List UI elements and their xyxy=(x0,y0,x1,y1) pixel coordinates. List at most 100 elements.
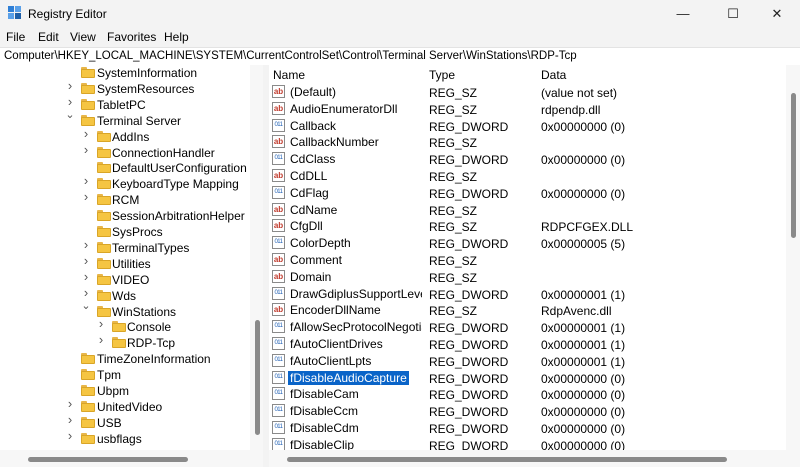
tree-horizontal-scroll-thumb[interactable] xyxy=(28,457,188,462)
tree-item[interactable]: › AddIns xyxy=(0,127,250,145)
value-row[interactable]: ab Comment REG_SZ xyxy=(269,252,786,269)
tree-item[interactable]: DefaultUserConfiguration xyxy=(0,160,250,176)
menu-edit[interactable]: Edit xyxy=(38,30,59,44)
value-row[interactable]: 011 ColorDepth REG_DWORD 0x00000005 (5) xyxy=(269,235,786,252)
tree-item[interactable]: SessionArbitrationHelper xyxy=(0,208,250,224)
close-button[interactable]: ✕ xyxy=(754,0,800,27)
tree-item[interactable]: › RDP-Tcp xyxy=(0,333,250,351)
value-row[interactable]: ab CdDLL REG_SZ xyxy=(269,168,786,185)
tree-item[interactable]: SysProcs xyxy=(0,224,250,240)
value-row[interactable]: ab AudioEnumeratorDll REG_SZ rdpendp.dll xyxy=(269,101,786,118)
column-header-type[interactable]: Type xyxy=(429,68,455,82)
chevron-right-icon[interactable]: › xyxy=(81,254,91,267)
value-row[interactable]: 011 CdClass REG_DWORD 0x00000000 (0) xyxy=(269,151,786,168)
menu-help[interactable]: Help xyxy=(164,30,189,44)
value-row[interactable]: 011 Callback REG_DWORD 0x00000000 (0) xyxy=(269,118,786,135)
values-horizontal-scroll-thumb[interactable] xyxy=(287,457,727,462)
value-row[interactable]: 011 fAllowSecProtocolNegotia REG_DWORD 0x00… xyxy=(269,319,786,336)
tree-vertical-scrollbar[interactable] xyxy=(250,65,263,450)
chevron-right-icon[interactable]: › xyxy=(65,79,75,92)
chevron-right-icon[interactable]: › xyxy=(96,317,106,330)
tree-item[interactable]: ⌄ Terminal Server xyxy=(0,109,250,129)
values-list[interactable]: Name Type Data ab (Default) REG_SZ (value n… xyxy=(269,65,786,450)
values-vertical-scroll-thumb[interactable] xyxy=(791,93,796,238)
chevron-right-icon[interactable]: › xyxy=(65,397,75,410)
value-row[interactable]: ab (Default) REG_SZ (value not set) xyxy=(269,84,786,101)
value-row[interactable]: ab CfgDll REG_SZ RDPCFGEX.DLL xyxy=(269,218,786,235)
tree-item[interactable]: ⌄ WinStations xyxy=(0,300,250,320)
tree-vertical-scroll-thumb[interactable] xyxy=(255,320,260,435)
value-row[interactable]: ab EncoderDllName REG_SZ RdpAvenc.dll xyxy=(269,302,786,319)
tree-item[interactable]: › VIDEO xyxy=(0,270,250,288)
tree-item[interactable]: › ConnectionHandler xyxy=(0,143,250,161)
chevron-right-icon[interactable]: › xyxy=(81,143,91,156)
tree-item[interactable]: › TerminalTypes xyxy=(0,238,250,256)
tree-item-label: usbflags xyxy=(97,431,142,446)
address-path[interactable]: Computer\HKEY_LOCAL_MACHINE\SYSTEM\Curre… xyxy=(4,50,577,62)
value-data: 0x00000001 (1) xyxy=(541,338,626,352)
binary-value-icon: 011 xyxy=(272,185,285,199)
value-data: 0x00000000 (0) xyxy=(541,119,626,134)
folder-icon xyxy=(97,273,111,285)
value-row[interactable]: ab Domain REG_SZ xyxy=(269,269,786,286)
column-header-data[interactable]: Data xyxy=(541,68,566,82)
value-row[interactable]: 011 fAutoClientDrives REG_DWORD 0x00000001 … xyxy=(269,336,786,353)
tree-item[interactable]: › Wds xyxy=(0,286,250,304)
tree-item[interactable]: › TabletPC xyxy=(0,95,250,113)
value-row[interactable]: 011 fDisableAudioCapture REG_DWORD 0x000000… xyxy=(269,370,786,387)
value-type: REG_SZ xyxy=(429,304,478,319)
chevron-right-icon[interactable]: › xyxy=(81,238,91,251)
tree-item[interactable]: › RCM xyxy=(0,190,250,208)
chevron-right-icon[interactable]: › xyxy=(81,127,91,140)
tree-item-label: SystemResources xyxy=(97,81,195,96)
value-row[interactable]: 011 fDisableCam REG_DWORD 0x00000000 (0) xyxy=(269,386,786,403)
chevron-right-icon[interactable]: › xyxy=(65,429,75,442)
value-row[interactable]: 011 fDisableCcm REG_DWORD 0x00000000 (0) xyxy=(269,403,786,420)
tree-item[interactable]: SystemInformation xyxy=(0,65,250,81)
value-row[interactable]: 011 fDisableCdm REG_DWORD 0x00000000 (0) xyxy=(269,420,786,437)
tree-item[interactable]: › Console xyxy=(0,317,250,335)
tree-item[interactable]: › Utilities xyxy=(0,254,250,272)
chevron-down-icon[interactable]: ⌄ xyxy=(65,109,75,121)
chevron-right-icon[interactable]: › xyxy=(81,270,91,283)
folder-icon xyxy=(81,369,95,381)
tree-item[interactable]: Tpm xyxy=(0,367,250,383)
chevron-right-icon[interactable]: › xyxy=(81,174,91,187)
key-tree[interactable]: SystemInformation › SystemResources › Tablet… xyxy=(0,65,263,450)
tree-item[interactable]: › UnitedVideo xyxy=(0,397,250,415)
value-row[interactable]: ab CdName REG_SZ xyxy=(269,202,786,219)
menu-file[interactable]: File xyxy=(6,30,25,44)
chevron-right-icon[interactable]: › xyxy=(65,413,75,426)
folder-icon xyxy=(97,210,111,222)
value-row[interactable]: ab CallbackNumber REG_SZ xyxy=(269,134,786,151)
minimize-button[interactable]: — xyxy=(660,0,706,27)
chevron-right-icon[interactable]: › xyxy=(96,333,106,346)
values-horizontal-scrollbar[interactable] xyxy=(269,450,800,467)
chevron-right-icon[interactable]: › xyxy=(81,190,91,203)
tree-item[interactable]: Ubpm xyxy=(0,383,250,399)
chevron-right-icon[interactable]: › xyxy=(65,95,75,108)
menu-view[interactable]: View xyxy=(70,30,96,44)
tree-item[interactable]: › KeyboardType Mapping xyxy=(0,174,250,192)
tree-item[interactable]: › usbflags xyxy=(0,429,250,447)
value-row[interactable]: 011 fAutoClientLpts REG_DWORD 0x00000001 (1… xyxy=(269,353,786,370)
value-row[interactable]: 011 DrawGdiplusSupportLevel REG_DWORD 0x000… xyxy=(269,286,786,303)
string-value-icon: ab xyxy=(272,135,285,149)
column-header-name[interactable]: Name xyxy=(273,68,305,82)
menu-favorites[interactable]: Favorites xyxy=(107,30,156,44)
chevron-right-icon[interactable]: › xyxy=(81,286,91,299)
tree-item[interactable]: › SystemResources xyxy=(0,79,250,97)
tree-horizontal-scrollbar[interactable] xyxy=(0,450,263,467)
value-data: RdpAvenc.dll xyxy=(541,304,612,319)
value-row[interactable]: 011 CdFlag REG_DWORD 0x00000000 (0) xyxy=(269,185,786,202)
values-vertical-scrollbar[interactable] xyxy=(786,65,800,450)
tree-item[interactable]: TimeZoneInformation xyxy=(0,351,250,367)
folder-icon xyxy=(112,337,126,349)
binary-value-icon: 011 xyxy=(272,118,285,132)
chevron-down-icon[interactable]: ⌄ xyxy=(81,300,91,312)
folder-icon xyxy=(81,82,95,94)
maximize-button[interactable]: ☐ xyxy=(710,0,756,27)
address-bar[interactable]: Computer\HKEY_LOCAL_MACHINE\SYSTEM\Curre… xyxy=(0,47,800,66)
tree-item[interactable]: › USB xyxy=(0,413,250,431)
value-row[interactable]: 011 fDisableClip REG_DWORD 0x00000000 (0) xyxy=(269,437,786,450)
